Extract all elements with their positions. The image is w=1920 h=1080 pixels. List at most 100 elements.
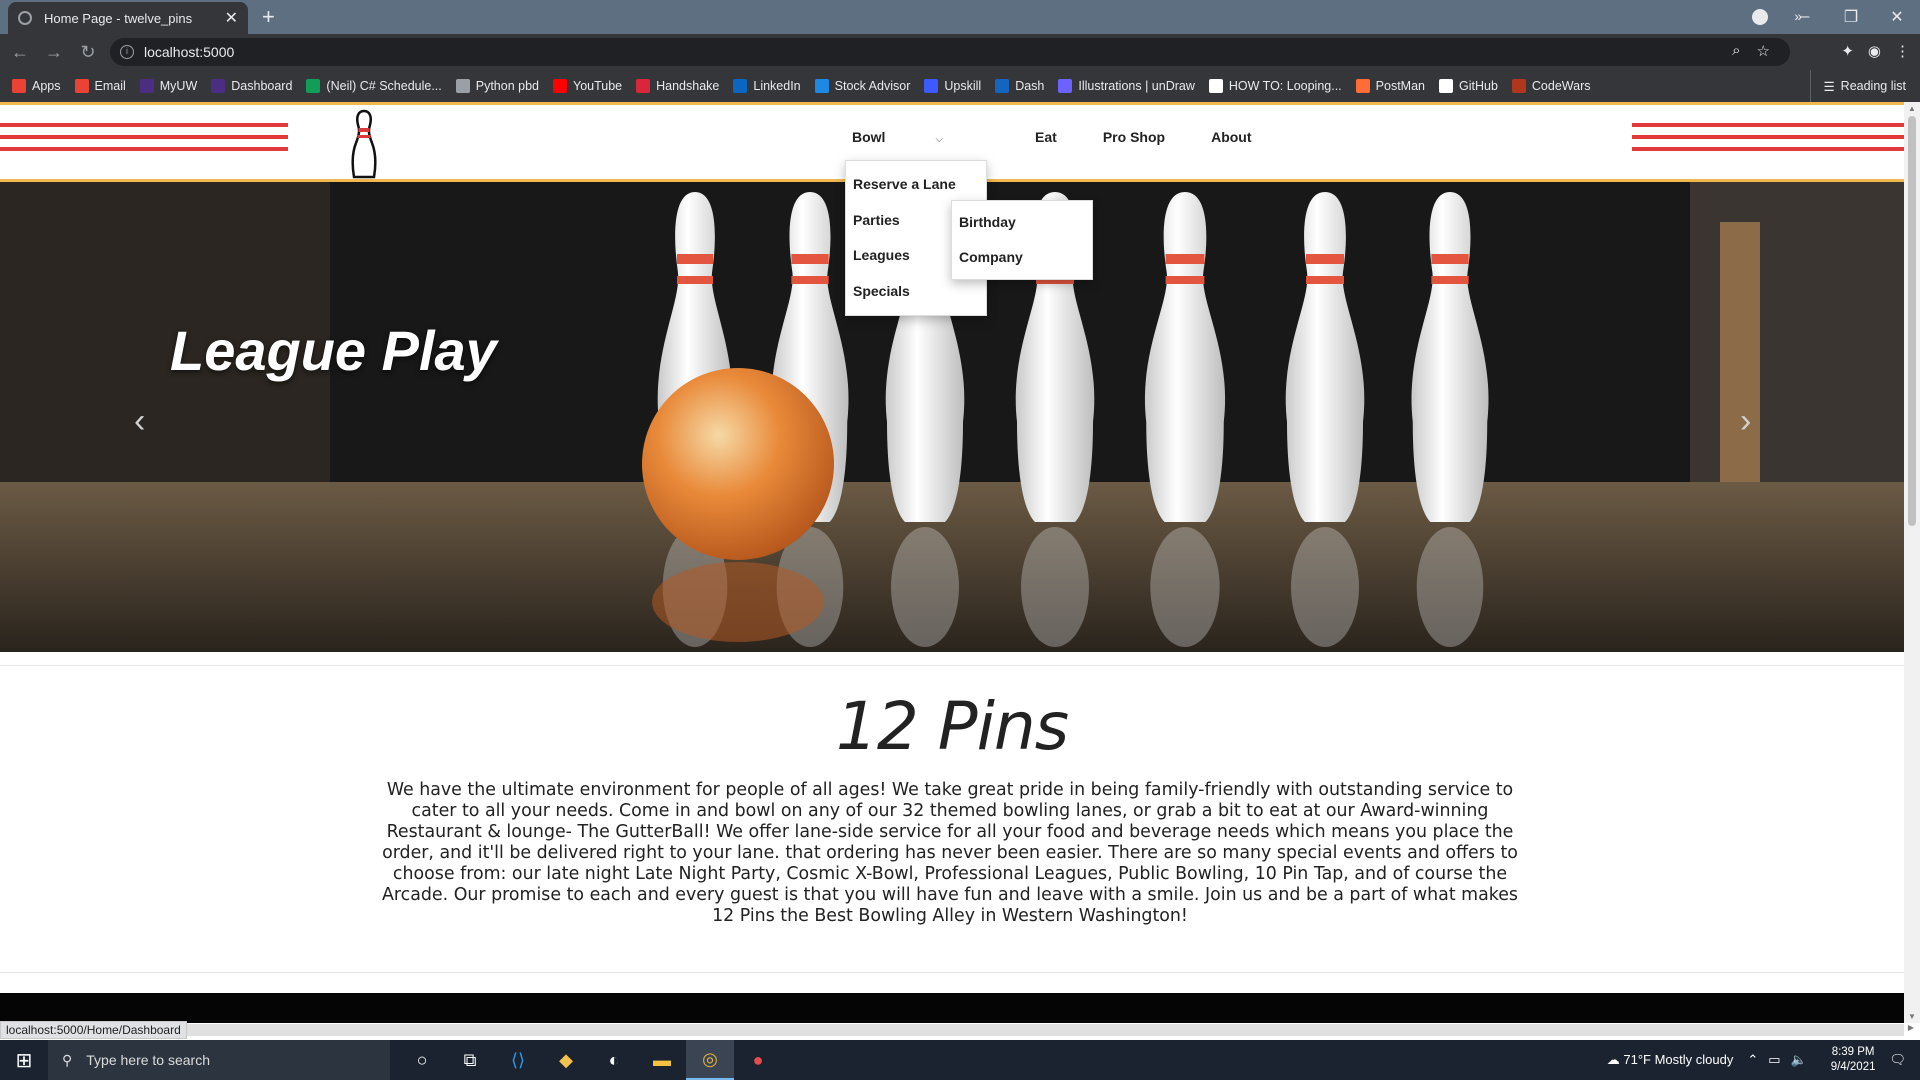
horizontal-scrollbar[interactable] — [186, 1024, 1904, 1036]
restore-icon[interactable]: ❐ — [1828, 7, 1874, 27]
system-tray: ☁ 71°F Mostly cloudy ⌃ ▭ 🔈 8:39 PM 9/4/2… — [1607, 1040, 1920, 1080]
new-tab-button[interactable]: + — [262, 4, 275, 30]
browser-tab-bar: Home Page - twelve_pins ✕ + – ❐ ✕ — [0, 0, 1920, 34]
app-icon[interactable]: ◐ — [590, 1040, 638, 1080]
reading-list-button[interactable]: ☰ Reading list — [1810, 70, 1906, 102]
carousel-next-arrow[interactable]: › — [1740, 402, 1751, 441]
carousel-prev-arrow[interactable]: ‹ — [134, 402, 145, 441]
hero-title: League Play — [170, 319, 497, 382]
bookmark-item[interactable]: Illustrations | unDraw — [1058, 79, 1195, 93]
bookmark-favicon-icon — [1439, 79, 1453, 93]
postman-icon[interactable]: ● — [734, 1040, 782, 1080]
tray-chevron-icon[interactable]: ⌃ — [1747, 1052, 1758, 1068]
bookmark-item[interactable]: Dashboard — [211, 79, 292, 93]
bookmark-item[interactable]: Dash — [995, 79, 1044, 93]
bookmark-favicon-icon — [12, 79, 26, 93]
notifications-icon[interactable]: 🗨 — [1889, 1052, 1906, 1068]
bookmark-favicon-icon — [1355, 79, 1370, 93]
clock[interactable]: 8:39 PM 9/4/2021 — [1831, 1045, 1876, 1075]
browser-tab[interactable]: Home Page - twelve_pins ✕ — [8, 2, 248, 34]
nav-pro-shop[interactable]: Pro Shop — [1103, 129, 1165, 145]
clock-date: 9/4/2021 — [1830, 1061, 1876, 1073]
status-bar-url: localhost:5000/Home/Dashboard — [0, 1021, 187, 1039]
bookmark-item[interactable]: Handshake — [636, 79, 719, 93]
windows-start-icon[interactable]: ⊞ — [0, 1048, 48, 1073]
bookmark-favicon-icon — [455, 79, 470, 93]
bookmark-favicon-icon — [995, 79, 1010, 93]
network-icon[interactable]: ▭ — [1768, 1052, 1780, 1068]
bookmark-favicon-icon — [211, 79, 226, 93]
bookmark-item[interactable]: Email — [74, 79, 126, 93]
scroll-up-icon[interactable]: ▲ — [1908, 104, 1916, 113]
address-url: localhost:5000 — [144, 44, 235, 60]
bookmark-label: MyUW — [159, 79, 198, 93]
profile-avatar-icon[interactable]: ◉ — [1868, 42, 1881, 60]
bookmark-item[interactable]: (Neil) C# Schedule... — [306, 79, 442, 93]
page-heading: 12 Pins — [835, 688, 1069, 765]
globe-icon — [18, 11, 32, 25]
weather-widget[interactable]: ☁ 71°F Mostly cloudy — [1607, 1052, 1734, 1068]
scrollbar-thumb[interactable] — [1908, 116, 1916, 526]
forward-icon[interactable]: → — [40, 42, 68, 63]
bookmarks-overflow-icon[interactable]: » — [1794, 8, 1802, 24]
header-stripes-right — [1632, 123, 1904, 159]
pin-stripe — [791, 254, 829, 264]
clock-time: 8:39 PM — [1831, 1046, 1875, 1058]
task-view-icon[interactable]: ⧉ — [446, 1040, 494, 1080]
section-divider-bottom — [0, 972, 1904, 973]
submenu-item-birthday[interactable]: Birthday — [952, 205, 1092, 240]
volume-icon[interactable]: 🔈 — [1791, 1052, 1807, 1068]
bookmarks-bar: Apps Email MyUW Dashboard (Neil) C# Schedule… — [0, 70, 1920, 102]
scroll-right-icon[interactable]: ▶ — [1908, 1023, 1914, 1032]
menu-icon[interactable]: ⋮ — [1895, 42, 1910, 60]
bookmark-item[interactable]: CodeWars — [1511, 79, 1591, 93]
bookmark-label: Dash — [1015, 79, 1045, 93]
nav-eat[interactable]: Eat — [1035, 129, 1057, 145]
bookmark-item[interactable]: HOW TO: Looping... — [1208, 79, 1342, 93]
minimize-icon[interactable]: – — [1782, 8, 1828, 26]
bookmark-favicon-icon — [139, 79, 154, 93]
bookmark-item[interactable]: Apps — [12, 79, 61, 93]
bookmark-favicon-icon — [924, 79, 939, 93]
taskbar-search[interactable]: ⚲ Type here to search — [48, 1040, 390, 1080]
chrome-icon[interactable]: ◎ — [686, 1040, 734, 1080]
bookmark-star-icon[interactable]: ☆ — [1757, 42, 1770, 60]
file-explorer-icon[interactable]: ▬ — [638, 1040, 686, 1080]
bookmark-item[interactable]: GitHub — [1439, 79, 1498, 93]
bookmark-item[interactable]: Python pbd — [455, 79, 539, 93]
bowling-pin-logo[interactable] — [300, 105, 428, 179]
taskbar-search-placeholder: Type here to search — [86, 1052, 211, 1068]
nav-about[interactable]: About — [1211, 129, 1251, 145]
address-bar[interactable]: i localhost:5000 ⌕ ☆ — [110, 38, 1790, 66]
bookmark-item[interactable]: YouTube — [553, 79, 622, 93]
bookmark-item[interactable]: PostMan — [1355, 79, 1425, 93]
menu-item-reserve-lane[interactable]: Reserve a Lane — [846, 167, 986, 203]
bookmark-item[interactable]: LinkedIn — [733, 79, 801, 93]
taskbar-apps: ○ ⧉ ⟨⟩ ◆ ◐ ▬ ◎ ● — [398, 1040, 782, 1080]
bookmark-item[interactable]: MyUW — [139, 79, 198, 93]
main-nav: Bowl ⌵ Eat Pro Shop About — [852, 129, 1298, 145]
scroll-down-icon[interactable]: ▼ — [1908, 1012, 1916, 1021]
zoom-icon[interactable]: ⌕ — [1732, 42, 1740, 60]
reload-icon[interactable]: ↻ — [74, 42, 102, 63]
pin-stripe — [1306, 254, 1344, 264]
gitkraken-icon[interactable]: ◆ — [542, 1040, 590, 1080]
pin-reflection — [1291, 527, 1359, 647]
vscode-icon[interactable]: ⟨⟩ — [494, 1040, 542, 1080]
close-window-icon[interactable]: ✕ — [1874, 7, 1920, 27]
bookmark-label: HOW TO: Looping... — [1228, 79, 1342, 93]
bookmark-label: PostMan — [1375, 79, 1425, 93]
back-icon[interactable]: ← — [6, 42, 34, 63]
tab-close-button[interactable]: ✕ — [225, 8, 238, 28]
bookmark-item[interactable]: Stock Advisor — [814, 79, 910, 93]
submenu-item-company[interactable]: Company — [952, 240, 1092, 275]
bookmark-item[interactable]: Upskill — [924, 79, 981, 93]
extensions-icon[interactable]: ✦ — [1841, 42, 1854, 60]
nav-bowl[interactable]: Bowl ⌵ — [852, 129, 989, 145]
cortana-icon[interactable]: ○ — [398, 1040, 446, 1080]
vertical-scrollbar[interactable]: ▲ ▼ — [1904, 102, 1920, 1023]
reading-list-icon: ☰ — [1823, 79, 1835, 94]
bookmark-favicon-icon — [1511, 79, 1526, 93]
site-info-icon[interactable]: i — [120, 45, 134, 59]
tab-search-icon[interactable] — [1752, 9, 1768, 25]
